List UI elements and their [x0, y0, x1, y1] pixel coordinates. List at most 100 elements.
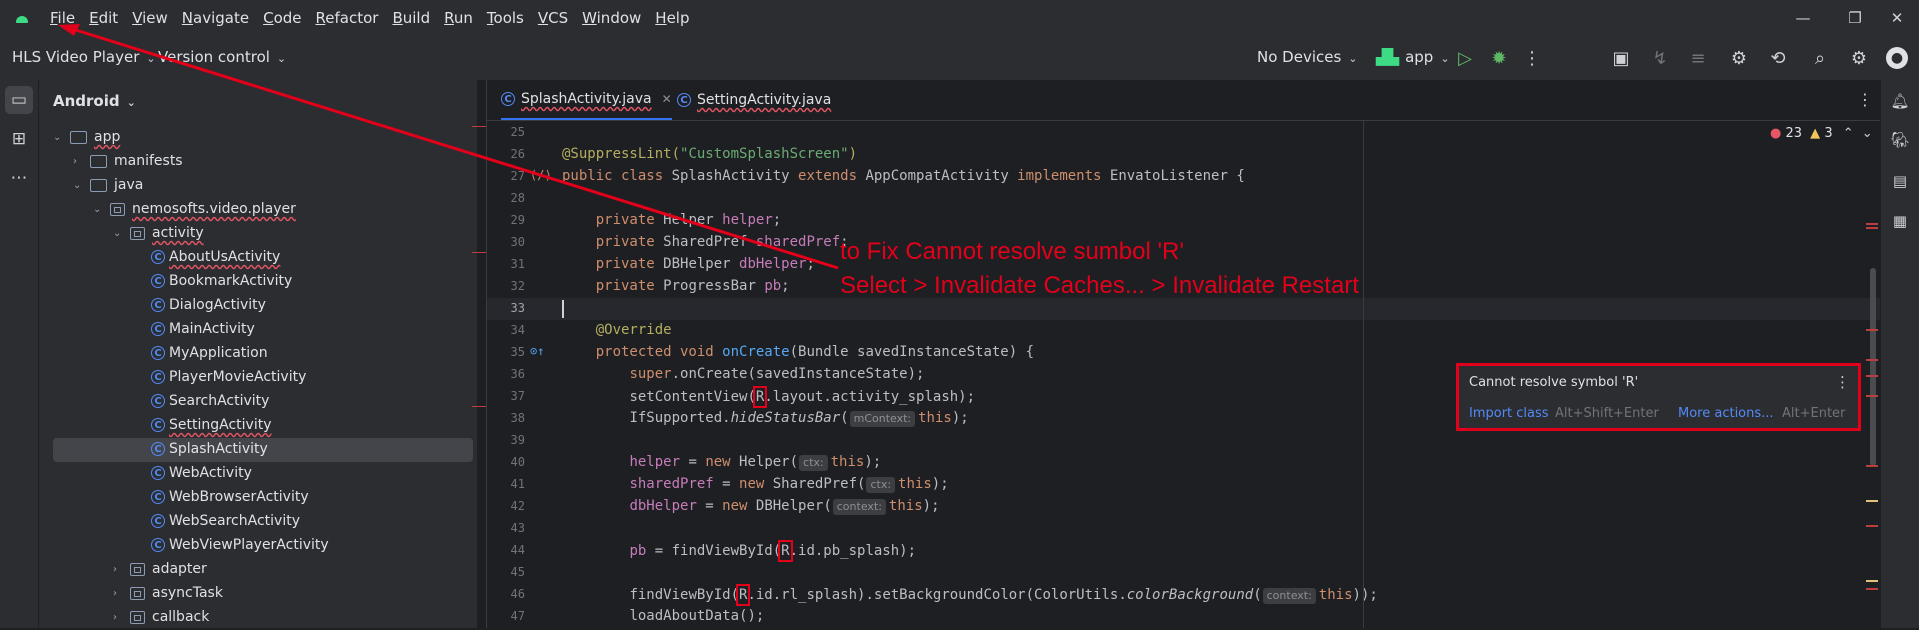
- chevron-right-icon[interactable]: ›: [113, 564, 127, 575]
- tree-item-webactivity[interactable]: C WebActivity: [39, 462, 477, 486]
- settings-gear-icon[interactable]: ⚙: [1847, 46, 1871, 70]
- tree-item-bookmarkactivity[interactable]: C BookmarkActivity: [39, 270, 477, 294]
- menu-view[interactable]: View: [132, 9, 168, 27]
- warning-stripe-mark[interactable]: [1866, 500, 1878, 502]
- menu-build[interactable]: Build: [392, 9, 430, 27]
- menu-navigate[interactable]: Navigate: [182, 9, 249, 27]
- run-icon[interactable]: ▷: [1453, 46, 1477, 70]
- apply-code-changes-icon[interactable]: ≡: [1686, 46, 1710, 70]
- class-icon: C: [151, 490, 165, 504]
- code-line: 45: [510, 565, 525, 579]
- error-stripe-mark[interactable]: [1866, 465, 1878, 467]
- tree-item-manifests[interactable]: › manifests: [39, 150, 477, 174]
- debug-icon[interactable]: ✹: [1487, 46, 1511, 70]
- running-devices-icon[interactable]: ▦: [1887, 208, 1913, 234]
- menu-run[interactable]: Run: [444, 9, 473, 27]
- tree-item-myapplication[interactable]: C MyApplication: [39, 342, 477, 366]
- error-stripe-mark[interactable]: [1866, 395, 1878, 397]
- device-file-explorer-icon[interactable]: ▤: [1887, 168, 1913, 194]
- override-gutter-icon[interactable]: ⊙↑: [530, 344, 544, 358]
- structure-icon[interactable]: ⊞: [5, 125, 33, 153]
- gradle-sync-icon[interactable]: ⟲: [1766, 46, 1790, 70]
- tree-item-java[interactable]: ⌄ java: [39, 174, 477, 198]
- close-button[interactable]: ✕: [1875, 0, 1919, 36]
- chevron-right-icon[interactable]: ›: [113, 588, 127, 599]
- restore-button[interactable]: ❐: [1833, 0, 1877, 36]
- code-editor[interactable]: C SplashActivity.java ✕ C SettingActivit…: [486, 80, 1882, 628]
- tree-item-splashactivity[interactable]: C SplashActivity: [39, 438, 477, 462]
- code-line: 42 dbHelper = new DBHelper(context: this)…: [510, 498, 940, 515]
- tree-item-adapter[interactable]: › adapter: [39, 558, 477, 582]
- error-stripe-mark[interactable]: [1866, 359, 1878, 361]
- menu-edit[interactable]: Edit: [89, 9, 118, 27]
- right-tool-strip: 🔔︎ 🐘︎ ▤ ▦: [1880, 80, 1919, 628]
- chevron-down-icon[interactable]: ⌄: [93, 204, 107, 215]
- tree-item-webviewplayeractivity[interactable]: C WebViewPlayerActivity: [39, 534, 477, 558]
- more-actions-link[interactable]: More actions...: [1678, 406, 1774, 421]
- minimize-button[interactable]: —: [1781, 0, 1825, 36]
- apply-changes-icon[interactable]: ↯: [1648, 46, 1672, 70]
- project-folder-icon[interactable]: ▭: [5, 86, 33, 114]
- code-line: 41 sharedPref = new SharedPref(ctx: this)…: [510, 476, 949, 493]
- menu-refactor[interactable]: Refactor: [316, 9, 379, 27]
- error-stripe-mark[interactable]: [1866, 227, 1878, 229]
- tree-item-mainactivity[interactable]: C MainActivity: [39, 318, 477, 342]
- chevron-down-icon[interactable]: ⌄: [53, 132, 67, 143]
- tree-item-app[interactable]: ⌄ app: [39, 126, 477, 150]
- code-line: 47 loadAboutData();: [510, 608, 765, 624]
- menu-window[interactable]: Window: [582, 9, 641, 27]
- error-stripe-mark[interactable]: [1866, 525, 1878, 527]
- version-control-selector[interactable]: Version control ⌄: [158, 48, 286, 66]
- project-view-selector[interactable]: Android ⌄: [53, 92, 136, 110]
- tree-item-activity[interactable]: ⌄ activity: [39, 222, 477, 246]
- tree-item-dialogactivity[interactable]: C DialogActivity: [39, 294, 477, 318]
- tree-item-searchactivity[interactable]: C SearchActivity: [39, 390, 477, 414]
- tree-item-playermovieactivity[interactable]: C PlayerMovieActivity: [39, 366, 477, 390]
- tab-splash-activity[interactable]: C SplashActivity.java ✕: [501, 80, 672, 120]
- menu-code[interactable]: Code: [263, 9, 301, 27]
- editor-scrollbar[interactable]: [1870, 268, 1876, 466]
- tree-item-settingactivity[interactable]: C SettingActivity: [39, 414, 477, 438]
- error-stripe-mark[interactable]: [1866, 588, 1878, 590]
- more-tabs-icon[interactable]: ⋮: [1857, 90, 1873, 109]
- menu-file[interactable]: File: [50, 9, 75, 27]
- menu-tools[interactable]: Tools: [487, 9, 524, 27]
- more-tools-icon[interactable]: ⋯: [5, 164, 33, 192]
- more-vertical-icon[interactable]: ⋮: [1520, 46, 1544, 70]
- tree-item-label: MainActivity: [169, 321, 255, 337]
- search-icon[interactable]: ⌕: [1808, 46, 1832, 70]
- chevron-down-icon[interactable]: ⌄: [113, 228, 127, 239]
- tree-item-aboutusactivity[interactable]: C AboutUsActivity: [39, 246, 477, 270]
- device-manager-icon[interactable]: ▣: [1609, 46, 1633, 70]
- tree-item-nemosofts-video-player[interactable]: ⌄ nemosofts.video.player: [39, 198, 477, 222]
- warning-stripe-mark[interactable]: [1866, 580, 1878, 582]
- menu-help[interactable]: Help: [655, 9, 689, 27]
- tree-item-asynctask[interactable]: › asyncTask: [39, 582, 477, 606]
- gradle-icon[interactable]: 🐘︎: [1887, 127, 1913, 153]
- tree-item-webbrowseractivity[interactable]: C WebBrowserActivity: [39, 486, 477, 510]
- code-line: 27 ⟨/⟩ public class SplashActivity extends…: [510, 168, 1245, 184]
- run-config-selector[interactable]: ▟▙ app ⌄: [1376, 48, 1450, 66]
- class-icon: C: [151, 250, 165, 264]
- tree-item-websearchactivity[interactable]: C WebSearchActivity: [39, 510, 477, 534]
- import-class-link[interactable]: Import class: [1469, 406, 1549, 421]
- error-stripe-mark[interactable]: [1866, 329, 1878, 331]
- error-stripe-mark[interactable]: [1866, 223, 1878, 225]
- device-selector[interactable]: No Devices ⌄: [1257, 48, 1358, 66]
- code-line: 34 @Override: [510, 322, 672, 338]
- tree-item-callback[interactable]: › callback: [39, 606, 477, 630]
- error-stripe-mark[interactable]: [1866, 375, 1878, 377]
- close-tab-icon[interactable]: ✕: [662, 92, 672, 106]
- notifications-bell-icon[interactable]: 🔔︎: [1887, 88, 1913, 114]
- popup-more-icon[interactable]: ⋮: [1835, 373, 1850, 391]
- chevron-right-icon[interactable]: ›: [73, 156, 87, 167]
- tab-setting-activity[interactable]: C SettingActivity.java: [677, 80, 831, 120]
- account-avatar-icon[interactable]: ●: [1886, 47, 1908, 69]
- implements-gutter-icon[interactable]: ⟨/⟩: [530, 168, 552, 182]
- chevron-right-icon[interactable]: ›: [113, 612, 127, 623]
- menu-vcs[interactable]: VCS: [538, 9, 568, 27]
- chevron-down-icon: ⌄: [1440, 52, 1450, 65]
- chevron-down-icon[interactable]: ⌄: [73, 180, 87, 191]
- sdk-manager-icon[interactable]: ⚙: [1727, 46, 1751, 70]
- project-selector[interactable]: HLS Video Player ⌄: [12, 48, 156, 66]
